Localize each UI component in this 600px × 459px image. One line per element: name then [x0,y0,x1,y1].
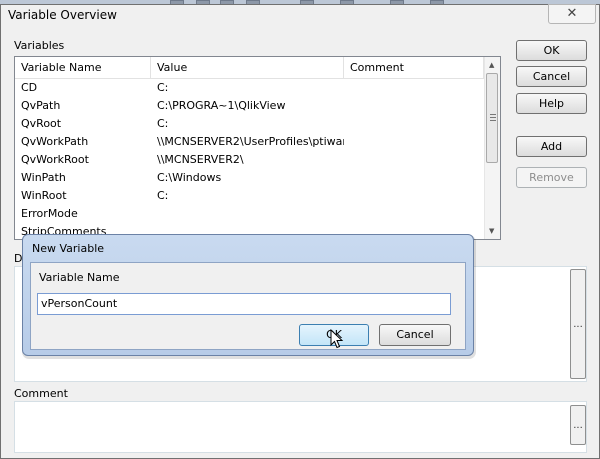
table-row[interactable]: QvRoot C: [15,115,485,133]
column-header-value[interactable]: Value [151,57,344,79]
variable-value-cell: C:\PROGRA~1\QlikView [157,99,286,112]
add-button[interactable]: Add [516,136,587,157]
scrollbar-thumb[interactable] [486,73,498,163]
definition-ellipsis-button[interactable]: ... [570,269,586,379]
new-variable-title: New Variable [32,242,105,255]
comment-ellipsis-button[interactable]: ... [570,405,586,445]
column-header-variable-name[interactable]: Variable Name [15,57,151,79]
mouse-cursor-icon [330,329,344,349]
grip-icon [490,120,496,121]
variable-value-cell: \\MCNSERVER2\ [157,153,244,166]
comment-box[interactable] [14,401,587,453]
variable-name-cell: ErrorMode [21,207,78,220]
variable-name-input[interactable]: vPersonCount [37,293,451,315]
variable-value-cell: C:\Windows [157,171,222,184]
grip-icon [490,117,496,118]
table-row[interactable]: WinRoot C: [15,187,485,205]
variable-value-cell: C: [157,189,169,202]
variable-value-cell: C: [157,117,169,130]
variable-name-cell: WinRoot [21,189,67,202]
grip-icon [490,114,496,115]
close-button[interactable]: ✕ [548,4,596,24]
variable-value-cell: \\MCNSERVER2\UserProfiles\ptiwari\D [157,135,344,148]
table-row[interactable]: QvPath C:\PROGRA~1\QlikView [15,97,485,115]
dialog-title: Variable Overview [8,8,117,22]
table-row[interactable]: CD C: [15,79,485,97]
comment-label: Comment [14,387,68,400]
scroll-up-icon[interactable]: ▲ [489,61,494,69]
ok-button[interactable]: OK [516,40,587,61]
table-row[interactable]: ErrorMode [15,205,485,223]
table-row[interactable]: QvWorkPath \\MCNSERVER2\UserProfiles\ptiw… [15,133,485,151]
variables-list[interactable]: Variable Name Value Comment CD C: QvPath C:… [14,56,501,240]
variable-name-cell: CD [21,81,38,94]
variables-label: Variables [14,39,65,52]
help-button[interactable]: Help [516,93,587,114]
column-header-comment[interactable]: Comment [344,57,484,79]
variable-name-cell: QvWorkRoot [21,153,89,166]
new-variable-cancel-button[interactable]: Cancel [379,324,451,346]
cancel-button[interactable]: Cancel [516,66,587,87]
table-row[interactable]: WinPath C:\Windows [15,169,485,187]
variable-name-label: Variable Name [39,271,120,284]
close-icon: ✕ [566,6,578,21]
table-row[interactable]: QvWorkRoot \\MCNSERVER2\ [15,151,485,169]
variable-name-cell: QvWorkPath [21,135,89,148]
variable-name-cell: WinPath [21,171,66,184]
variable-name-cell: QvPath [21,99,61,112]
variable-value-cell [151,205,344,223]
scroll-down-icon[interactable]: ▼ [489,227,494,235]
variable-name-cell: QvRoot [21,117,62,130]
remove-button: Remove [516,167,587,188]
variable-value-cell: C: [157,81,169,94]
